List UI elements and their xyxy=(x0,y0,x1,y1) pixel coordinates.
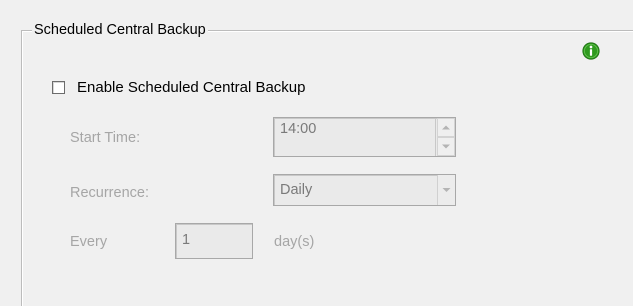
enable-backup-label[interactable]: Enable Scheduled Central Backup xyxy=(77,79,306,96)
recurrence-label: Recurrence: xyxy=(70,185,149,201)
spin-up-button[interactable] xyxy=(437,118,455,137)
group-title: Scheduled Central Backup xyxy=(32,22,208,38)
every-label: Every xyxy=(70,234,108,250)
spin-down-button[interactable] xyxy=(437,137,455,156)
recurrence-dropdown-button[interactable] xyxy=(437,175,455,205)
enable-backup-checkbox[interactable] xyxy=(52,81,65,94)
chevron-up-icon xyxy=(442,125,450,130)
recurrence-select[interactable]: Daily xyxy=(273,174,456,206)
enable-backup-row[interactable]: Enable Scheduled Central Backup xyxy=(52,79,306,96)
every-input[interactable]: 1 xyxy=(175,223,253,259)
info-icon[interactable] xyxy=(582,42,600,60)
every-unit-label: day(s) xyxy=(274,234,315,250)
chevron-down-icon xyxy=(442,144,450,149)
start-time-value: 14:00 xyxy=(280,121,317,137)
start-time-label: Start Time: xyxy=(70,130,141,146)
chevron-down-icon xyxy=(442,188,451,192)
start-time-input[interactable]: 14:00 xyxy=(273,117,456,157)
group-box-frame xyxy=(21,30,633,306)
every-value: 1 xyxy=(182,232,191,248)
start-time-spinner[interactable] xyxy=(435,118,455,156)
scheduled-backup-panel: Scheduled Central Backup Enable Schedule… xyxy=(0,0,633,306)
recurrence-value: Daily xyxy=(280,182,313,198)
